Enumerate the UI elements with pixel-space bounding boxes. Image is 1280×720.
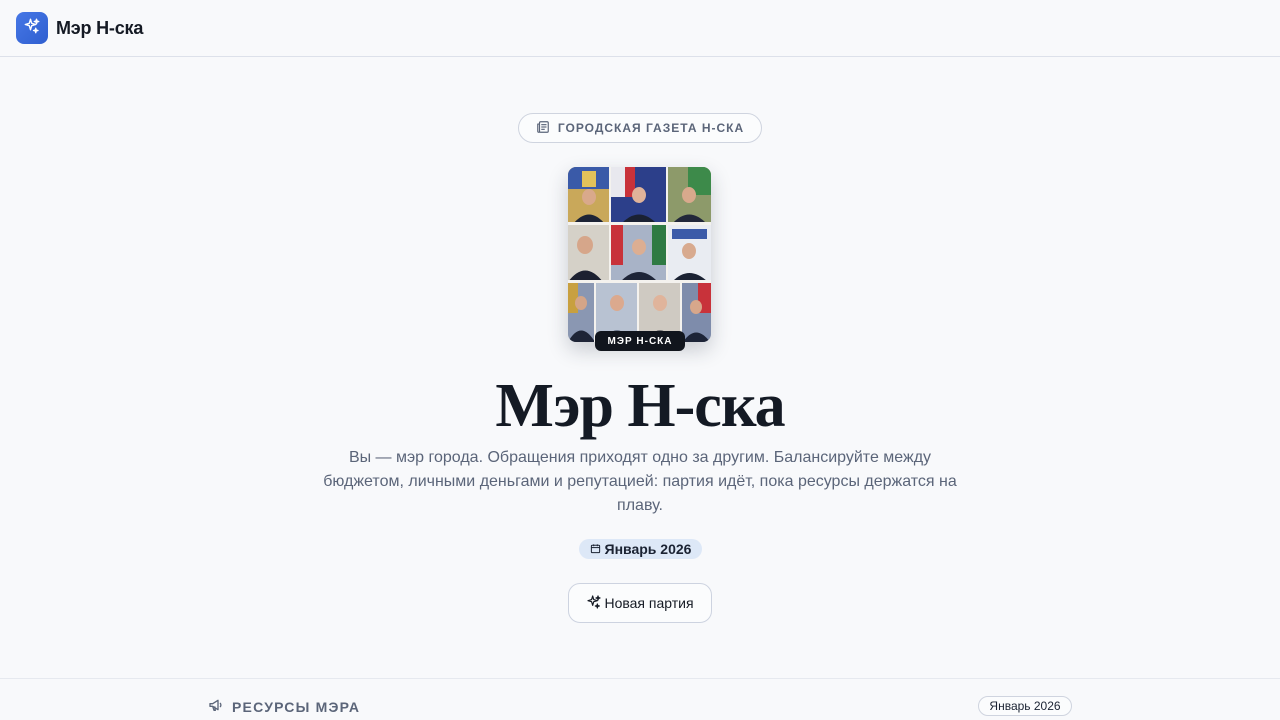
current-date-chip: Январь 2026	[579, 539, 702, 559]
mayor-collage-image	[568, 167, 711, 342]
newspaper-badge: ГОРОДСКАЯ ГАЗЕТА Н-СКА	[518, 113, 762, 143]
game-description: Вы — мэр города. Обращения приходят одно…	[323, 449, 957, 514]
sparkles-icon	[586, 594, 602, 613]
new-game-label: Новая партия	[604, 595, 694, 611]
page-title: Мэр Н-ска	[495, 372, 785, 440]
app-logo[interactable]	[16, 12, 48, 44]
megaphone-icon	[208, 697, 224, 716]
new-game-button[interactable]: Новая партия	[568, 583, 712, 623]
current-date-label: Январь 2026	[604, 541, 692, 557]
photo-caption: МЭР Н-СКА	[595, 331, 685, 351]
calendar-icon	[590, 541, 601, 557]
sparkles-icon	[23, 17, 41, 40]
resources-heading: РЕСУРСЫ МЭРА	[208, 697, 360, 716]
resources-title: РЕСУРСЫ МЭРА	[232, 698, 361, 715]
top-bar: Мэр Н-ска	[0, 0, 1280, 57]
resources-panel: РЕСУРСЫ МЭРА Январь 2026	[0, 678, 1280, 720]
newspaper-icon	[536, 120, 550, 137]
app-title: Мэр Н-ска	[56, 17, 144, 38]
resources-date-chip: Январь 2026	[978, 696, 1072, 716]
badge-label: ГОРОДСКАЯ ГАЗЕТА Н-СКА	[557, 121, 745, 135]
hero-section: ГОРОДСКАЯ ГАЗЕТА Н-СКА МЭР Н-СКА Мэр Н-с…	[0, 57, 1280, 677]
